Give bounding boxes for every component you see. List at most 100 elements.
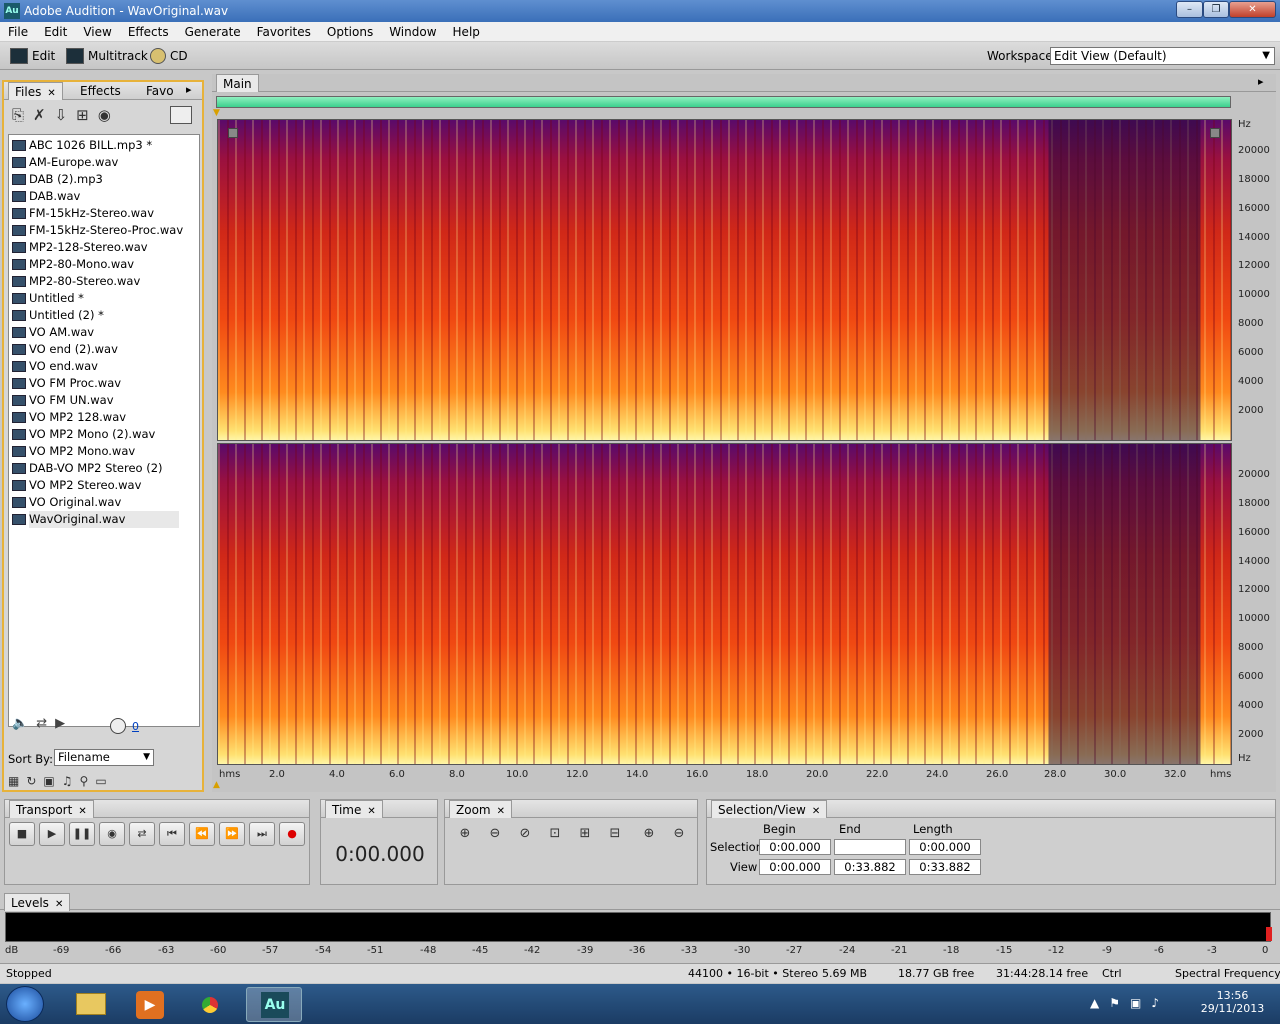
close-icon[interactable]: ✕ (78, 806, 86, 817)
zoom-out-vertical-icon[interactable]: ⊖ (669, 826, 689, 844)
tab-effects[interactable]: Effects (74, 82, 127, 100)
go-to-start-button[interactable]: ⏮ (159, 822, 185, 846)
file-item[interactable]: MP2-128-Stereo.wav (12, 239, 179, 256)
menu-file[interactable]: File (0, 22, 36, 42)
loop-icon[interactable]: ⇄ (36, 716, 55, 731)
file-item[interactable]: VO MP2 Stereo.wav (12, 477, 179, 494)
menu-window[interactable]: Window (381, 22, 444, 42)
import-icon[interactable]: ⇩ (55, 106, 77, 124)
fast-forward-button[interactable]: ⏩ (219, 822, 245, 846)
play-file-icon[interactable]: ◉ (98, 106, 120, 124)
file-item[interactable]: VO Original.wav (12, 494, 179, 511)
file-item[interactable]: MP2-80-Mono.wav (12, 256, 179, 273)
file-item[interactable]: DAB.wav (12, 188, 179, 205)
tab-zoom[interactable]: Zoom ✕ (449, 800, 512, 818)
close-icon[interactable]: ✕ (497, 806, 505, 817)
zoom-in-vertical-icon[interactable]: ⊕ (639, 826, 659, 844)
menu-generate[interactable]: Generate (177, 22, 249, 42)
workspace-select[interactable]: Edit View (Default) ▼ (1050, 47, 1275, 65)
clock[interactable]: 13:56 29/11/2013 (1190, 989, 1275, 1015)
close-icon[interactable]: ✕ (55, 899, 63, 910)
volume-value[interactable]: 0 (132, 720, 139, 733)
selection-end-field[interactable] (834, 839, 906, 855)
tab-files[interactable]: Files ✕ (8, 82, 63, 100)
file-item[interactable]: VO MP2 Mono (2).wav (12, 426, 179, 443)
menu-help[interactable]: Help (445, 22, 488, 42)
play-icon[interactable]: ▶ (55, 716, 73, 731)
multitrack-view-button[interactable]: Multitrack (66, 46, 148, 66)
file-item[interactable]: VO FM Proc.wav (12, 375, 179, 392)
playhead-top-marker-icon[interactable]: ▼ (213, 108, 220, 118)
show-hidden-icons-icon[interactable]: ▲ (1090, 996, 1109, 1010)
file-item[interactable]: VO end.wav (12, 358, 179, 375)
selection-begin-field[interactable]: 0:00.000 (759, 839, 831, 855)
filter-midi-icon[interactable]: ♫ (62, 774, 80, 788)
minimize-button[interactable]: – (1176, 1, 1203, 18)
file-item[interactable]: DAB-VO MP2 Stereo (2) (12, 460, 179, 477)
menu-options[interactable]: Options (319, 22, 381, 42)
start-button[interactable] (6, 986, 44, 1022)
clip-indicator[interactable] (1266, 927, 1272, 941)
loop-button[interactable]: ⇄ (129, 822, 155, 846)
menu-favorites[interactable]: Favorites (249, 22, 319, 42)
file-item[interactable]: VO MP2 128.wav (12, 409, 179, 426)
file-item[interactable]: VO AM.wav (12, 324, 179, 341)
close-file-icon[interactable]: ✗ (33, 106, 55, 124)
volume-icon[interactable]: ♪ (1151, 996, 1169, 1010)
edit-view-button[interactable]: Edit (10, 46, 55, 66)
close-button[interactable]: ✕ (1229, 1, 1276, 18)
file-item[interactable]: VO MP2 Mono.wav (12, 443, 179, 460)
maximize-button[interactable]: ❐ (1203, 1, 1229, 18)
tab-levels[interactable]: Levels ✕ (4, 893, 71, 911)
file-item[interactable]: AM-Europe.wav (12, 154, 179, 171)
media-player-taskbar-button[interactable]: ▶ (122, 987, 178, 1022)
selection-length-field[interactable]: 0:00.000 (909, 839, 981, 855)
zoom-left-edge-icon[interactable]: ⊞ (575, 826, 595, 844)
file-item[interactable]: VO FM UN.wav (12, 392, 179, 409)
zoom-out-full-icon[interactable]: ⊘ (515, 826, 535, 844)
file-item[interactable]: Untitled * (12, 290, 179, 307)
file-item[interactable]: FM-15kHz-Stereo-Proc.wav (12, 222, 183, 239)
show-options-icon[interactable] (170, 106, 192, 124)
close-icon[interactable]: ✕ (47, 88, 55, 99)
view-end-field[interactable]: 0:33.882 (834, 859, 906, 875)
close-icon[interactable]: ✕ (812, 806, 820, 817)
pause-button[interactable]: ❚❚ (69, 822, 95, 846)
fade-in-handle[interactable] (228, 128, 238, 138)
file-item-selected[interactable]: WavOriginal.wav (12, 511, 179, 528)
open-file-icon[interactable]: ⎘ (12, 106, 33, 124)
speaker-icon[interactable]: 🔈 (12, 716, 36, 731)
flag-icon[interactable]: ⚑ (1109, 996, 1130, 1010)
volume-knob[interactable] (110, 718, 126, 734)
tab-selection-view[interactable]: Selection/View ✕ (711, 800, 828, 818)
menu-edit[interactable]: Edit (36, 22, 75, 42)
chrome-taskbar-button[interactable] (182, 987, 238, 1022)
view-begin-field[interactable]: 0:00.000 (759, 859, 831, 875)
network-icon[interactable]: ▣ (1130, 996, 1151, 1010)
file-item[interactable]: FM-15kHz-Stereo.wav (12, 205, 179, 222)
playhead-bottom-marker-icon[interactable]: ▲ (213, 780, 220, 790)
audition-taskbar-button[interactable]: Au (246, 987, 302, 1022)
file-item[interactable]: MP2-80-Stereo.wav (12, 273, 179, 290)
file-item[interactable]: DAB (2).mp3 (12, 171, 179, 188)
tab-transport[interactable]: Transport ✕ (9, 800, 94, 818)
zoom-in-horizontal-icon[interactable]: ⊕ (455, 826, 475, 844)
rewind-button[interactable]: ⏪ (189, 822, 215, 846)
tab-main[interactable]: Main (216, 74, 259, 92)
file-item[interactable]: ABC 1026 BILL.mp3 * (12, 137, 179, 154)
menu-effects[interactable]: Effects (120, 22, 177, 42)
sort-by-select[interactable]: Filename ▼ (54, 749, 154, 766)
tab-time[interactable]: Time ✕ (325, 800, 383, 818)
fade-out-handle[interactable] (1210, 128, 1220, 138)
tab-favorites[interactable]: Favo (140, 82, 180, 100)
filter-loop-icon[interactable]: ↻ (26, 774, 43, 788)
view-length-field[interactable]: 0:33.882 (909, 859, 981, 875)
insert-icon[interactable]: ⊞ (76, 106, 98, 124)
zoom-out-horizontal-icon[interactable]: ⊖ (485, 826, 505, 844)
cd-view-button[interactable]: CD (150, 46, 188, 66)
filter-cd-icon[interactable]: ▭ (95, 774, 113, 788)
close-icon[interactable]: ✕ (367, 806, 375, 817)
stop-button[interactable]: ■ (9, 822, 35, 846)
filter-video-icon[interactable]: ▣ (43, 774, 61, 788)
play-button[interactable]: ▶ (39, 822, 65, 846)
